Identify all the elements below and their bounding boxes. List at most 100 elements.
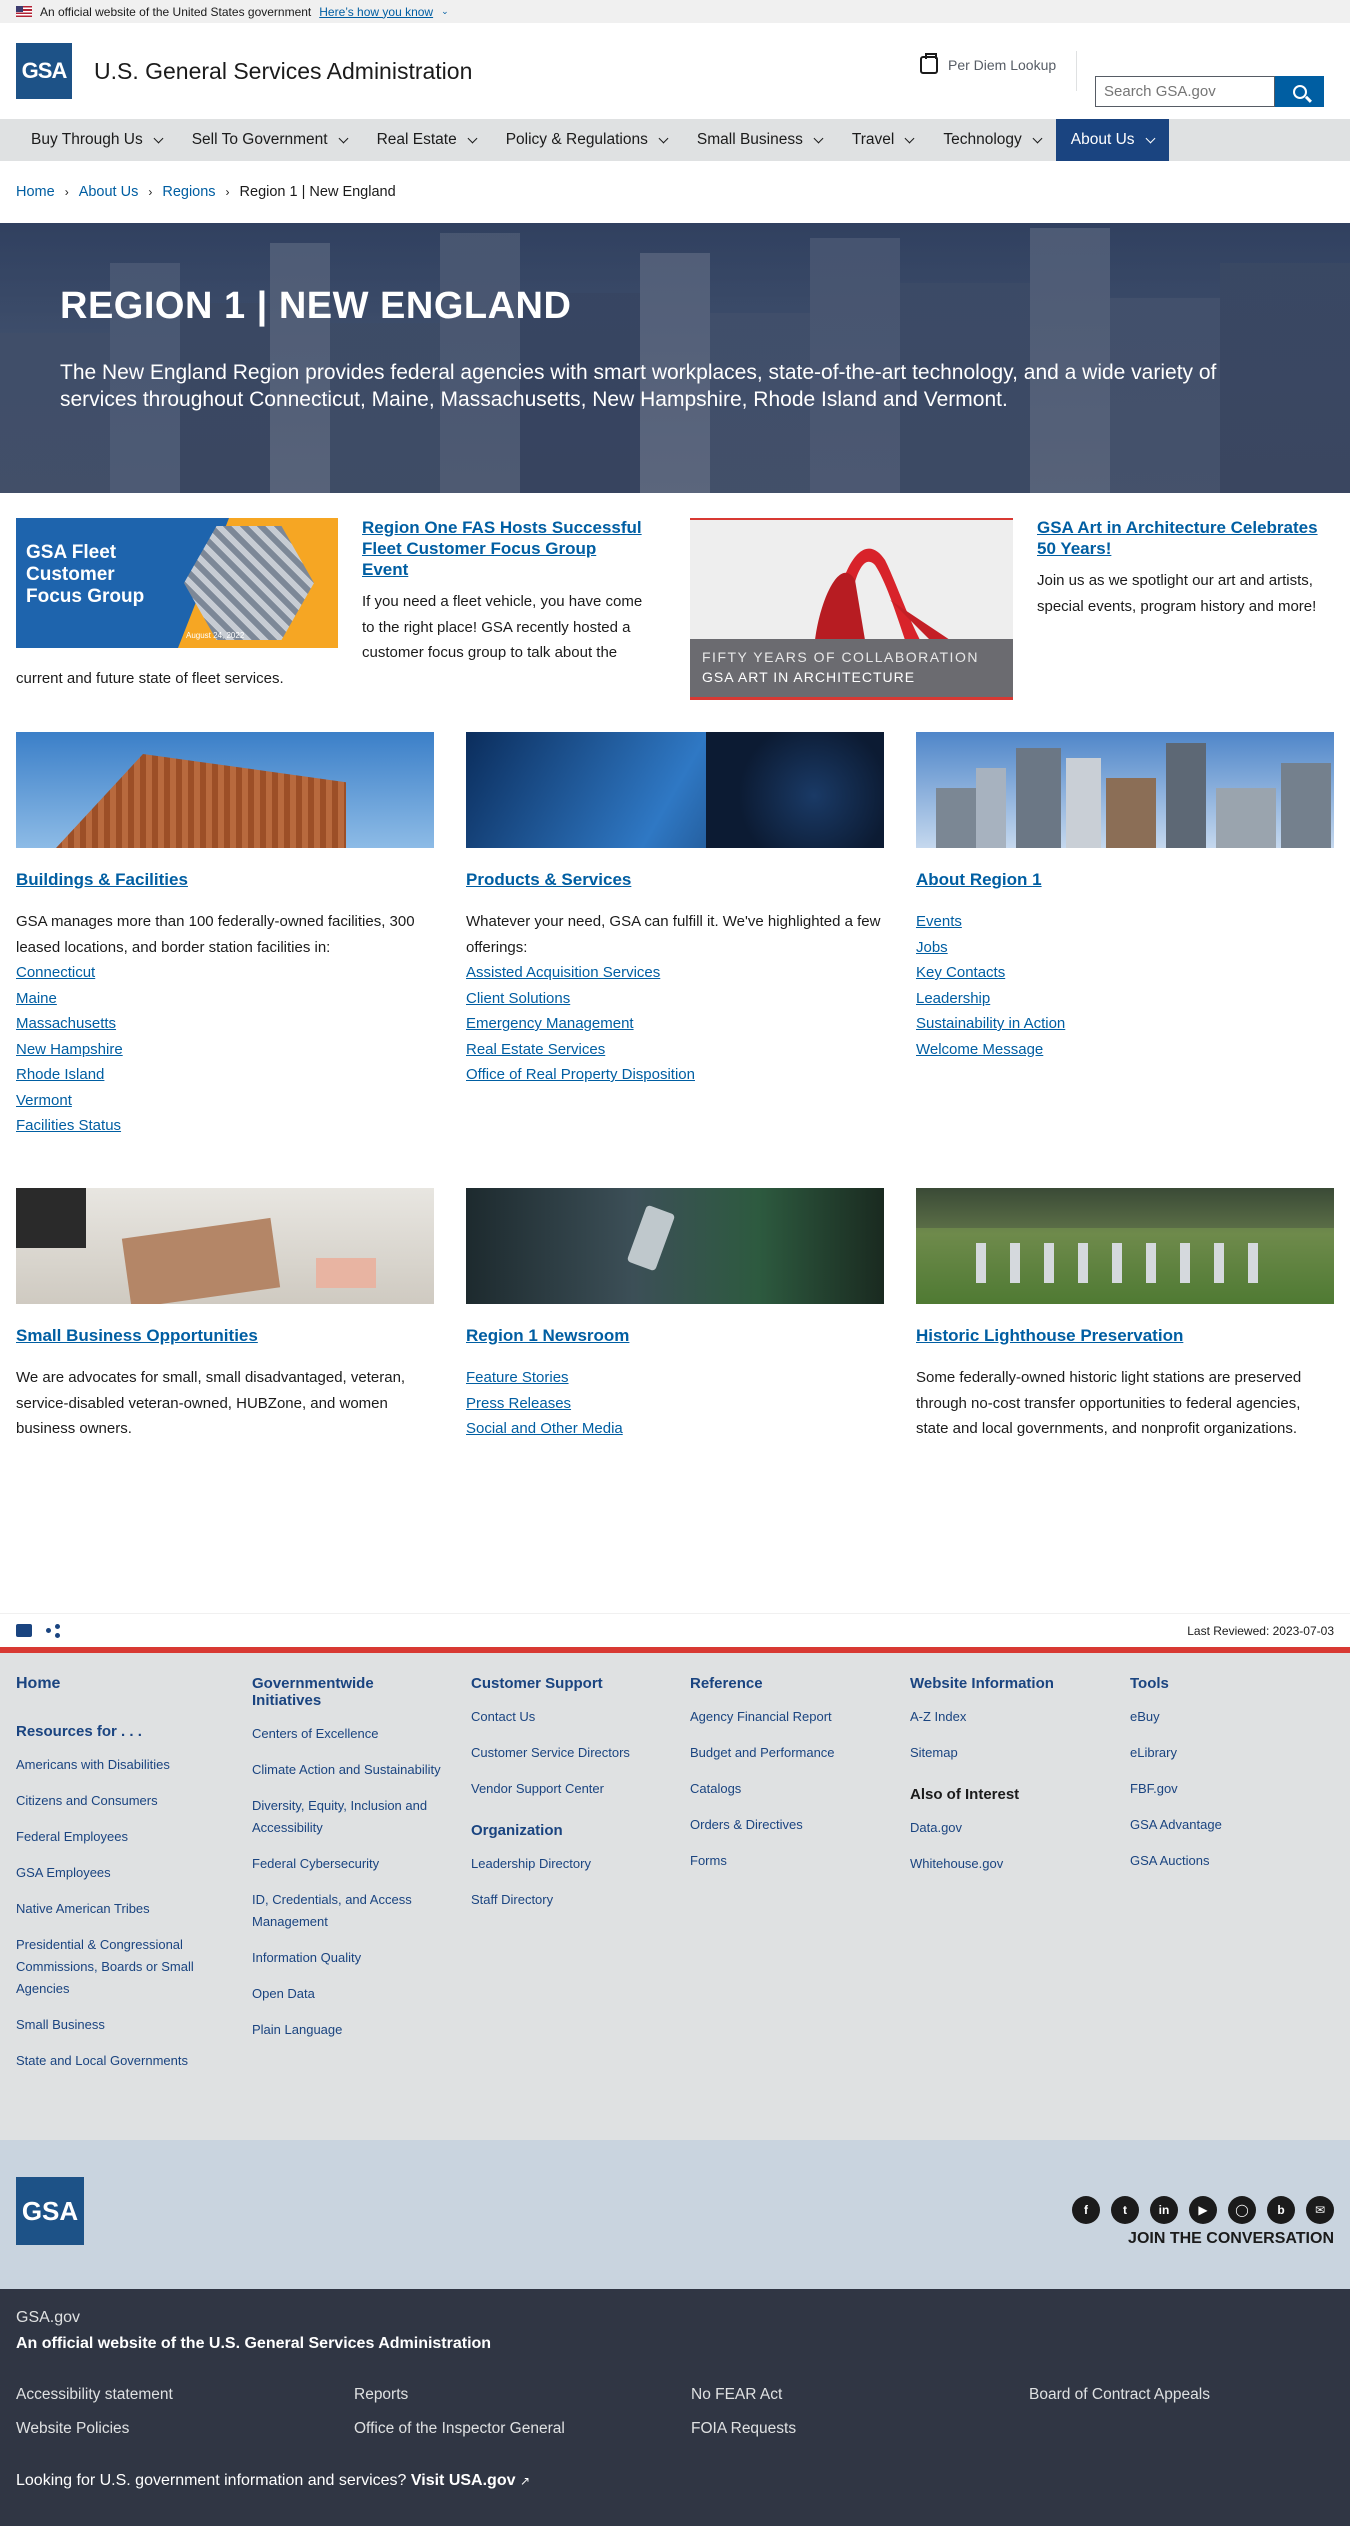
footer-link[interactable]: Orders & Directives [690, 1814, 890, 1836]
footer-link[interactable]: Information Quality [252, 1947, 442, 1969]
footer-link[interactable]: FBF.gov [1130, 1778, 1330, 1800]
card-lighthouse-link[interactable]: Historic Lighthouse Preservation [916, 1326, 1183, 1345]
footer-link[interactable]: Plain Language [252, 2019, 442, 2041]
nav-policy-regulations[interactable]: Policy & Regulations [491, 119, 682, 161]
link-maine[interactable]: Maine [16, 990, 57, 1007]
nav-buy-through-us[interactable]: Buy Through Us [16, 119, 177, 161]
per-diem-link[interactable]: Per Diem Lookup [920, 53, 1056, 74]
print-icon[interactable] [16, 1624, 32, 1637]
footer-link[interactable]: GSA Employees [16, 1862, 226, 1884]
link-press-releases[interactable]: Press Releases [466, 1395, 571, 1412]
breadcrumb-home[interactable]: Home [16, 184, 55, 200]
card-products-title[interactable]: Products & Services [466, 869, 884, 891]
link-welcome-message[interactable]: Welcome Message [916, 1041, 1043, 1058]
footer-link[interactable]: eBuy [1130, 1706, 1330, 1728]
card-newsroom-title[interactable]: Region 1 Newsroom [466, 1325, 884, 1347]
small-business-image[interactable] [16, 1188, 434, 1304]
link-reports[interactable]: Reports [354, 2386, 408, 2404]
link-new-hampshire[interactable]: New Hampshire [16, 1041, 123, 1058]
link-sustainability[interactable]: Sustainability in Action [916, 1015, 1065, 1032]
nav-real-estate[interactable]: Real Estate [362, 119, 491, 161]
card-buildings-title[interactable]: Buildings & Facilities [16, 869, 434, 891]
usa-gov-link[interactable]: Visit USA.gov [411, 2472, 516, 2489]
link-massachusetts[interactable]: Massachusetts [16, 1015, 116, 1032]
share-icon[interactable] [46, 1623, 60, 1638]
boston-skyline-image[interactable] [916, 732, 1334, 848]
lighthouse-event-image[interactable] [916, 1188, 1334, 1304]
breadcrumb-regions[interactable]: Regions [162, 184, 215, 200]
link-leadership[interactable]: Leadership [916, 990, 990, 1007]
link-website-policies[interactable]: Website Policies [16, 2420, 129, 2438]
heres-how-you-know-link[interactable]: Here’s how you know [319, 5, 433, 19]
footer-link[interactable]: Catalogs [690, 1778, 890, 1800]
footer-link[interactable]: Vendor Support Center [471, 1778, 671, 1800]
products-image[interactable] [466, 732, 884, 848]
link-foia-requests[interactable]: FOIA Requests [691, 2420, 796, 2438]
nav-sell-to-government[interactable]: Sell To Government [177, 119, 362, 161]
link-vermont[interactable]: Vermont [16, 1092, 72, 1109]
card-about-link[interactable]: About Region 1 [916, 870, 1042, 889]
footer-link[interactable]: Budget and Performance [690, 1742, 890, 1764]
footer-link[interactable]: Native American Tribes [16, 1898, 226, 1920]
footer-link[interactable]: Centers of Excellence [252, 1723, 442, 1745]
footer-link[interactable]: Federal Employees [16, 1826, 226, 1848]
youtube-icon[interactable]: ▶ [1189, 2196, 1217, 2224]
footer-link[interactable]: Presidential & Congressional Commissions… [16, 1934, 226, 2000]
footer-link[interactable]: GSA Auctions [1130, 1850, 1330, 1872]
nav-small-business[interactable]: Small Business [682, 119, 837, 161]
nav-about-us[interactable]: About Us [1055, 119, 1169, 161]
footer-link[interactable]: A-Z Index [910, 1706, 1110, 1728]
link-real-estate-services[interactable]: Real Estate Services [466, 1041, 605, 1058]
card-small-business-link[interactable]: Small Business Opportunities [16, 1326, 258, 1345]
card-lighthouse-title[interactable]: Historic Lighthouse Preservation [916, 1325, 1334, 1347]
footer-link[interactable]: Diversity, Equity, Inclusion and Accessi… [252, 1795, 442, 1839]
footer-home-link[interactable]: Home [16, 1675, 226, 1693]
link-accessibility-statement[interactable]: Accessibility statement [16, 2386, 173, 2404]
nav-technology[interactable]: Technology [928, 119, 1055, 161]
card-newsroom-link[interactable]: Region 1 Newsroom [466, 1326, 629, 1345]
footer-link[interactable]: Contact Us [471, 1706, 671, 1728]
footer-link[interactable]: State and Local Governments [16, 2050, 226, 2072]
feature-art-link[interactable]: GSA Art in Architecture Celebrates 50 Ye… [1037, 518, 1318, 558]
link-real-property-disposition[interactable]: Office of Real Property Disposition [466, 1066, 695, 1083]
link-client-solutions[interactable]: Client Solutions [466, 990, 570, 1007]
facebook-icon[interactable]: f [1072, 2196, 1100, 2224]
link-no-fear-act[interactable]: No FEAR Act [691, 2386, 782, 2404]
link-key-contacts[interactable]: Key Contacts [916, 964, 1005, 981]
footer-link[interactable]: Americans with Disabilities [16, 1754, 226, 1776]
footer-link[interactable]: Citizens and Consumers [16, 1790, 226, 1812]
footer-link[interactable]: ID, Credentials, and Access Management [252, 1889, 442, 1933]
footer-link[interactable]: Open Data [252, 1983, 442, 2005]
blog-icon[interactable]: b [1267, 2196, 1295, 2224]
buildings-image[interactable] [16, 732, 434, 848]
footer-link[interactable]: Whitehouse.gov [910, 1853, 1110, 1875]
link-social-media[interactable]: Social and Other Media [466, 1420, 623, 1437]
search-input[interactable] [1095, 76, 1275, 107]
link-facilities-status[interactable]: Facilities Status [16, 1117, 121, 1134]
site-name[interactable]: U.S. General Services Administration [94, 58, 472, 85]
footer-link[interactable]: Customer Service Directors [471, 1742, 671, 1764]
footer-link[interactable]: Leadership Directory [471, 1853, 671, 1875]
search-button[interactable] [1275, 76, 1324, 107]
breadcrumb-about-us[interactable]: About Us [79, 184, 139, 200]
link-rhode-island[interactable]: Rhode Island [16, 1066, 104, 1083]
email-icon[interactable]: ✉ [1306, 2196, 1334, 2224]
footer-link[interactable]: Climate Action and Sustainability [252, 1759, 442, 1781]
link-events[interactable]: Events [916, 913, 962, 930]
feature-fleet-link[interactable]: Region One FAS Hosts Successful Fleet Cu… [362, 518, 642, 579]
art-in-architecture-image[interactable]: FIFTY YEARS OF COLLABORATION GSA ART IN … [690, 518, 1013, 700]
footer-link[interactable]: Staff Directory [471, 1889, 671, 1911]
footer-link[interactable]: Federal Cybersecurity [252, 1853, 442, 1875]
card-small-business-title[interactable]: Small Business Opportunities [16, 1325, 434, 1347]
gsa-footer-logo[interactable]: GSA [16, 2177, 84, 2245]
card-about-title[interactable]: About Region 1 [916, 869, 1334, 891]
linkedin-icon[interactable]: in [1150, 2196, 1178, 2224]
nav-travel[interactable]: Travel [837, 119, 929, 161]
footer-link[interactable]: eLibrary [1130, 1742, 1330, 1764]
instagram-icon[interactable]: ◯ [1228, 2196, 1256, 2224]
fleet-focus-group-image[interactable]: GSA Fleet Customer Focus Group August 24… [16, 518, 338, 648]
card-buildings-link[interactable]: Buildings & Facilities [16, 870, 188, 889]
link-inspector-general[interactable]: Office of the Inspector General [354, 2420, 565, 2438]
footer-link[interactable]: Agency Financial Report [690, 1706, 890, 1728]
card-products-link[interactable]: Products & Services [466, 870, 631, 889]
